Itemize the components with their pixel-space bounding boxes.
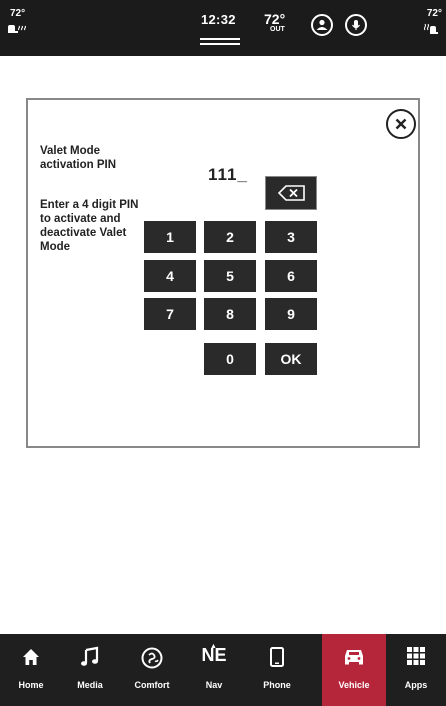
car-icon: [345, 650, 363, 665]
menu-bars-icon[interactable]: [200, 33, 240, 51]
key-7[interactable]: 7: [144, 298, 196, 330]
key-6[interactable]: 6: [265, 260, 317, 292]
nav-nav-label: Nav: [205, 680, 223, 690]
outside-temp-label: OUT: [270, 26, 285, 33]
bottom-nav-bar: Home Media Comfort ▲ NE Nav Phone Vehicl…: [0, 634, 446, 706]
nav-media[interactable]: Media: [62, 634, 118, 706]
home-icon: [23, 649, 39, 665]
key-2[interactable]: 2: [204, 221, 256, 253]
outside-temp-value: 72°: [264, 11, 286, 27]
microphone-icon: [352, 20, 360, 30]
apps-grid-icon: [407, 647, 425, 665]
dialog-instructions: Enter a 4 digit PIN to activate and deac…: [40, 199, 139, 253]
profile-icon: [316, 19, 328, 30]
nav-nav[interactable]: ▲ NE Nav: [186, 634, 242, 706]
nav-comfort[interactable]: Comfort: [124, 634, 180, 706]
profile-button[interactable]: [311, 14, 333, 36]
nav-media-label: Media: [77, 680, 103, 690]
heated-seat-icon[interactable]: [422, 22, 440, 41]
key-8[interactable]: 8: [204, 298, 256, 330]
nav-apps[interactable]: Apps: [388, 634, 444, 706]
nav-apps-label: Apps: [404, 680, 428, 690]
nav-home-label: Home: [18, 680, 44, 690]
close-icon: [395, 118, 407, 130]
nav-phone[interactable]: Phone: [249, 634, 305, 706]
backspace-icon: [277, 185, 305, 201]
close-button[interactable]: [386, 109, 416, 139]
status-bar: 72° 12:32 72° OUT 72°: [0, 0, 446, 56]
key-5[interactable]: 5: [204, 260, 256, 292]
nav-phone-label: Phone: [263, 680, 291, 690]
passenger-temp[interactable]: 72°: [427, 8, 442, 19]
key-9[interactable]: 9: [265, 298, 317, 330]
key-4[interactable]: 4: [144, 260, 196, 292]
voice-button[interactable]: [345, 14, 367, 36]
driver-temp[interactable]: 72°: [10, 8, 25, 19]
music-note-icon: [81, 646, 99, 666]
compass-icon: ▲ NE: [201, 643, 227, 665]
dialog-title: Valet Mode activation PIN: [40, 145, 117, 171]
key-1[interactable]: 1: [144, 221, 196, 253]
valet-pin-dialog: Valet Mode activation PIN Enter a 4 digi…: [26, 98, 420, 448]
heated-seat-icon[interactable]: [6, 22, 28, 40]
backspace-button[interactable]: [265, 176, 317, 210]
nav-vehicle-label: Vehicle: [338, 680, 370, 690]
phone-icon: [270, 647, 284, 667]
nav-comfort-label: Comfort: [134, 680, 170, 690]
comfort-icon: [141, 647, 163, 669]
nav-vehicle[interactable]: Vehicle: [322, 634, 386, 706]
clock: 12:32: [201, 12, 236, 27]
ok-button[interactable]: OK: [265, 343, 317, 375]
nav-home[interactable]: Home: [3, 634, 59, 706]
key-0[interactable]: 0: [204, 343, 256, 375]
outside-temp: 72° OUT: [264, 12, 285, 34]
key-3[interactable]: 3: [265, 221, 317, 253]
